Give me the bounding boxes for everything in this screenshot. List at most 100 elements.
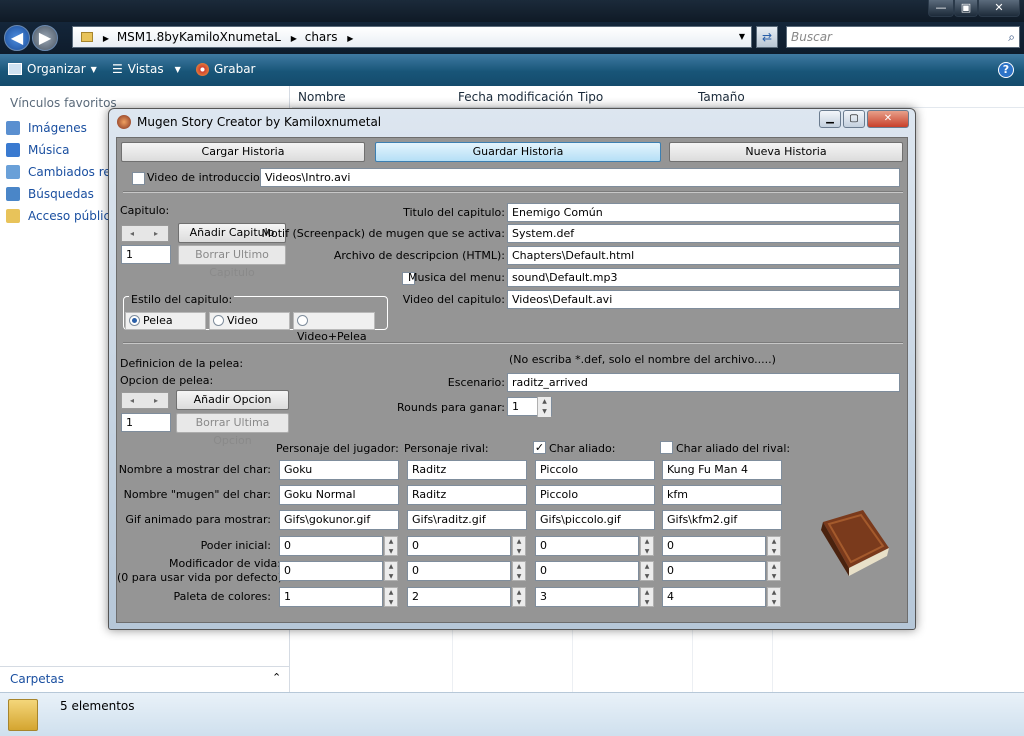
explorer-minimize-button[interactable]: — [928, 0, 954, 17]
save-story-button[interactable]: Guardar Historia [375, 142, 661, 162]
folders-bar[interactable]: Carpetas ⌃ [0, 666, 289, 692]
column-header-date[interactable]: Fecha modificación [458, 90, 573, 104]
rounds-spinner[interactable]: ▲ ▼ [537, 397, 551, 417]
motif-input[interactable]: System.def [507, 224, 900, 243]
cell-ally-gif[interactable]: Gifs\piccolo.gif [535, 510, 655, 530]
search-input[interactable]: Buscar ⌕ [786, 26, 1020, 48]
cell-rival-gif[interactable]: Gifs\raditz.gif [407, 510, 527, 530]
arrow-left-icon[interactable]: ◂ [130, 396, 134, 405]
cell-player-palette[interactable]: 1 [279, 587, 383, 607]
chevron-up-icon: ⌃ [272, 671, 282, 684]
new-story-button[interactable]: Nueva Historia [669, 142, 903, 162]
cell-rival-power-spinner[interactable]: ▲ ▼ [512, 536, 526, 556]
column-header-size[interactable]: Tamaño [698, 90, 745, 104]
favorite-link-public[interactable]: Acceso públic [6, 209, 110, 223]
column-header-name[interactable]: Nombre [298, 90, 346, 104]
cell-ally-life-spinner[interactable]: ▲ ▼ [640, 561, 654, 581]
help-icon[interactable]: ? [998, 62, 1014, 78]
cell-player-power[interactable]: 0 [279, 536, 383, 556]
column-ally-checkbox[interactable]: ✓ [533, 441, 546, 454]
dialog-maximize-button[interactable]: ▢ [843, 110, 865, 128]
dialog-close-button[interactable]: ✕ [867, 110, 909, 128]
cell-player-palette-spinner[interactable]: ▲ ▼ [384, 587, 398, 607]
cell-rival-life-spinner[interactable]: ▲ ▼ [512, 561, 526, 581]
cell-player-power-spinner[interactable]: ▲ ▼ [384, 536, 398, 556]
fight-option-number-input[interactable]: 1 [121, 413, 171, 432]
forward-button[interactable]: ▶ [32, 25, 58, 51]
chapter-title-label: Titulo del capitulo: [403, 206, 505, 219]
cell-rival-ally-life[interactable]: 0 [662, 561, 766, 581]
cell-player-name[interactable]: Goku [279, 460, 399, 480]
cell-rival-ally-palette[interactable]: 4 [662, 587, 766, 607]
add-option-button[interactable]: Añadir Opcion [176, 390, 289, 410]
cell-player-mugen[interactable]: Goku Normal [279, 485, 399, 505]
arrow-right-icon[interactable]: ▸ [154, 229, 158, 238]
cell-ally-power[interactable]: 0 [535, 536, 639, 556]
favorite-link-searches[interactable]: Búsquedas [6, 187, 94, 201]
radio-selected-icon [129, 315, 140, 326]
menu-music-label: Musica del menu: [408, 271, 505, 284]
cell-rival-ally-name[interactable]: Kung Fu Man 4 [662, 460, 782, 480]
description-file-input[interactable]: Chapters\Default.html [507, 246, 900, 265]
cell-rival-life[interactable]: 0 [407, 561, 511, 581]
cell-rival-name[interactable]: Raditz [407, 460, 527, 480]
back-button[interactable]: ◀ [4, 25, 30, 51]
cell-rival-ally-mugen[interactable]: kfm [662, 485, 782, 505]
load-story-button[interactable]: Cargar Historia [121, 142, 365, 162]
cell-ally-mugen[interactable]: Piccolo [535, 485, 655, 505]
refresh-button[interactable]: ⇄ [756, 26, 778, 48]
address-dropdown-icon[interactable]: ▼ [739, 27, 745, 47]
intro-video-checkbox[interactable] [132, 172, 145, 185]
address-bar[interactable]: ▶ MSM1.8byKamiloXnumetaL ▶ chars ▶ ▼ [72, 26, 752, 48]
chapter-title-input[interactable]: Enemigo Común [507, 203, 900, 222]
cell-player-gif[interactable]: Gifs\gokunor.gif [279, 510, 399, 530]
cell-rival-ally-palette-spinner[interactable]: ▲ ▼ [767, 587, 781, 607]
cell-rival-power[interactable]: 0 [407, 536, 511, 556]
search-icon[interactable]: ⌕ [1008, 27, 1015, 47]
cell-rival-palette[interactable]: 2 [407, 587, 511, 607]
favorite-link-music[interactable]: Música [6, 143, 70, 157]
organize-button[interactable]: Organizar ▼ [8, 62, 97, 76]
cell-ally-name[interactable]: Piccolo [535, 460, 655, 480]
stage-input[interactable]: raditz_arrived [507, 373, 900, 392]
cell-rival-ally-power-spinner[interactable]: ▲ ▼ [767, 536, 781, 556]
menu-music-input[interactable]: sound\Default.mp3 [507, 268, 900, 287]
explorer-close-button[interactable]: ✕ [978, 0, 1020, 17]
breadcrumb-item[interactable]: chars [305, 30, 338, 44]
chapter-style-option-video[interactable]: Video [209, 312, 290, 330]
cell-ally-palette-spinner[interactable]: ▲ ▼ [640, 587, 654, 607]
arrow-right-icon[interactable]: ▸ [154, 396, 158, 405]
music-icon [6, 143, 20, 157]
favorite-link-recent[interactable]: Cambiados rec [6, 165, 117, 179]
cell-rival-palette-spinner[interactable]: ▲ ▼ [512, 587, 526, 607]
remove-last-chapter-button[interactable]: Borrar Ultimo Capitulo [178, 245, 286, 279]
radio-icon [213, 315, 224, 326]
chapter-style-option-video-fight[interactable]: Video+Pelea [293, 312, 375, 343]
cell-ally-palette[interactable]: 3 [535, 587, 639, 607]
chapter-video-input[interactable]: Videos\Default.avi [507, 290, 900, 309]
chapter-number-input[interactable]: 1 [121, 245, 171, 264]
cell-rival-mugen[interactable]: Raditz [407, 485, 527, 505]
cell-player-life-spinner[interactable]: ▲ ▼ [384, 561, 398, 581]
column-rival-ally-checkbox[interactable] [660, 441, 673, 454]
cell-player-life[interactable]: 0 [279, 561, 383, 581]
cell-rival-ally-power[interactable]: 0 [662, 536, 766, 556]
explorer-maximize-button[interactable]: ▣ [954, 0, 978, 17]
cell-ally-life[interactable]: 0 [535, 561, 639, 581]
cell-rival-ally-life-spinner[interactable]: ▲ ▼ [767, 561, 781, 581]
views-button[interactable]: ☰ Vistas ▼ [112, 62, 181, 76]
arrow-left-icon[interactable]: ◂ [130, 229, 134, 238]
dialog-minimize-button[interactable]: ▁ [819, 110, 841, 128]
remove-last-option-button[interactable]: Borrar Ultima Opcion [176, 413, 289, 447]
fight-option-spinner[interactable]: ◂ ▸ [121, 392, 169, 409]
chapter-style-option-fight[interactable]: Pelea [125, 312, 206, 330]
favorite-link-images[interactable]: Imágenes [6, 121, 87, 135]
dialog-client-area: Cargar Historia Guardar Historia Nueva H… [116, 137, 908, 623]
chapter-spinner[interactable]: ◂ ▸ [121, 225, 169, 242]
cell-ally-power-spinner[interactable]: ▲ ▼ [640, 536, 654, 556]
column-header-type[interactable]: Tipo [578, 90, 603, 104]
breadcrumb-item[interactable]: MSM1.8byKamiloXnumetaL [117, 30, 281, 44]
cell-rival-ally-gif[interactable]: Gifs\kfm2.gif [662, 510, 782, 530]
intro-video-input[interactable]: Videos\Intro.avi [260, 168, 900, 187]
burn-button[interactable]: Grabar [196, 62, 256, 76]
